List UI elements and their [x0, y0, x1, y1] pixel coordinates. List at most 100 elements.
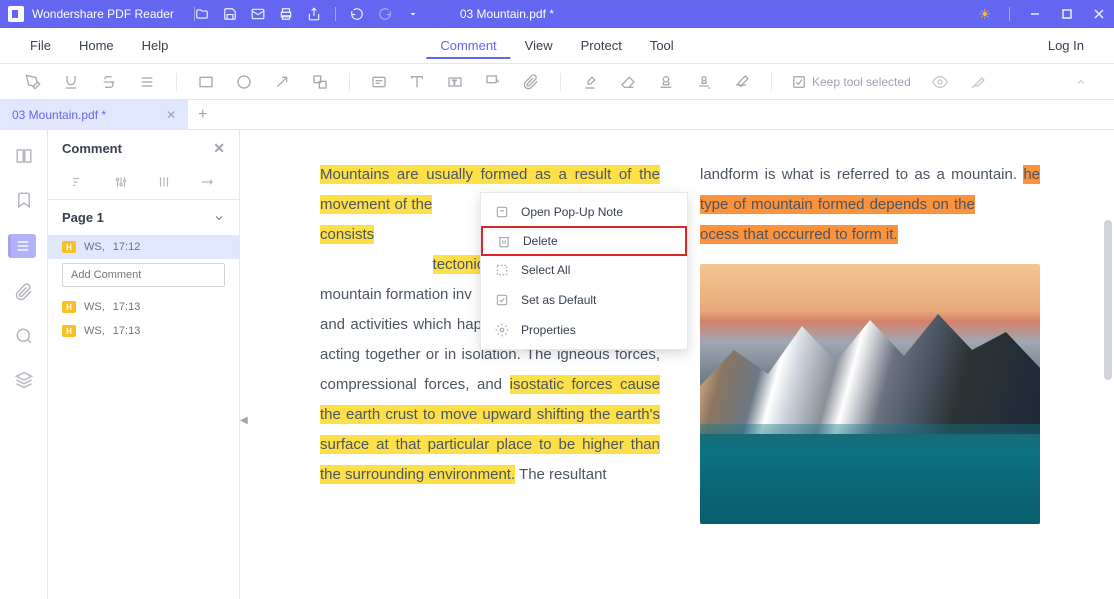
menu-protect[interactable]: Protect [567, 32, 636, 59]
filter-icon[interactable] [114, 175, 130, 191]
erase-all-icon[interactable] [969, 73, 987, 91]
close-icon[interactable] [1092, 7, 1106, 21]
context-menu: Open Pop-Up Note Delete Select All Set a… [480, 192, 688, 350]
comment-item[interactable]: H WS, 17:12 [48, 235, 239, 259]
page-label: Page 1 [62, 210, 104, 225]
settings-icon[interactable] [157, 175, 173, 191]
signature-tool-icon[interactable] [733, 73, 751, 91]
context-menu-label: Delete [523, 234, 558, 248]
tab-label: 03 Mountain.pdf * [12, 108, 106, 122]
list-tool-icon[interactable] [138, 73, 156, 91]
note-tool-icon[interactable] [370, 73, 388, 91]
checkbox-icon [495, 293, 509, 307]
document-title: 03 Mountain.pdf * [460, 7, 554, 21]
document-tab[interactable]: 03 Mountain.pdf * ✕ [0, 100, 188, 129]
comment-author: WS, [84, 325, 105, 337]
toolbar: T Keep tool selected [0, 64, 1114, 100]
maximize-icon[interactable] [1060, 7, 1074, 21]
divider [335, 7, 336, 21]
add-tab-icon[interactable]: + [188, 106, 217, 124]
textbox-tool-icon[interactable]: T [446, 73, 464, 91]
tabbar: 03 Mountain.pdf * ✕ + [0, 100, 1114, 130]
context-menu-set-default[interactable]: Set as Default [481, 285, 687, 315]
left-rail [0, 130, 48, 599]
print-icon[interactable] [279, 7, 293, 21]
context-menu-delete[interactable]: Delete [481, 226, 687, 256]
chevron-down-icon [213, 212, 225, 224]
sort-icon[interactable] [71, 175, 87, 191]
callout-tool-icon[interactable] [484, 73, 502, 91]
theme-icon[interactable]: ☀ [978, 6, 991, 23]
folder-open-icon[interactable] [195, 7, 209, 21]
comment-author: WS, [84, 241, 105, 253]
thumbnails-icon[interactable] [14, 146, 34, 166]
dropdown-icon[interactable] [406, 7, 420, 21]
login-link[interactable]: Log In [1034, 32, 1098, 59]
add-comment-input[interactable] [62, 263, 225, 287]
text-column-right: landform is what is referred to as a mou… [700, 160, 1040, 524]
divider [176, 73, 177, 91]
menu-file[interactable]: File [16, 32, 65, 59]
context-menu-label: Open Pop-Up Note [521, 205, 623, 219]
side-panel-close-icon[interactable]: ✕ [213, 140, 225, 157]
highlighted-text[interactable]: ocess that occurred to form it. [700, 225, 898, 244]
vertical-scrollbar[interactable] [1104, 220, 1112, 380]
keep-tool-selected[interactable]: Keep tool selected [792, 75, 911, 89]
mail-icon[interactable] [251, 7, 265, 21]
shape-tool-icon[interactable] [311, 73, 329, 91]
redo-icon[interactable] [378, 7, 392, 21]
comment-item[interactable]: H WS, 17:13 [48, 295, 239, 319]
stamp-dropdown-icon[interactable] [695, 73, 713, 91]
trash-icon [497, 234, 511, 248]
visibility-icon[interactable] [931, 73, 949, 91]
panel-collapse-handle[interactable]: ◀ [240, 410, 250, 430]
pen-tool-icon[interactable] [24, 73, 42, 91]
menu-comment[interactable]: Comment [426, 32, 510, 59]
side-panel-title: Comment [62, 141, 122, 156]
comment-time: 17:13 [113, 325, 141, 337]
attachment-tool-icon[interactable] [522, 73, 540, 91]
checkbox-icon [792, 75, 806, 89]
context-menu-select-all[interactable]: Select All [481, 255, 687, 285]
page-section-header[interactable]: Page 1 [48, 200, 239, 235]
strikethrough-tool-icon[interactable] [100, 73, 118, 91]
menu-tool[interactable]: Tool [636, 32, 688, 59]
menu-home[interactable]: Home [65, 32, 128, 59]
undo-icon[interactable] [350, 7, 364, 21]
highlight-badge-icon: H [62, 301, 76, 313]
menu-help[interactable]: Help [128, 32, 183, 59]
comments-panel-icon[interactable] [8, 234, 36, 258]
search-panel-icon[interactable] [14, 326, 34, 346]
menu-view[interactable]: View [511, 32, 567, 59]
select-all-icon [495, 263, 509, 277]
highlight-tool-icon[interactable] [581, 73, 599, 91]
svg-text:T: T [452, 79, 456, 86]
attachments-panel-icon[interactable] [14, 282, 34, 302]
body-text: landform is what is referred to as a mou… [700, 166, 1023, 183]
underline-tool-icon[interactable] [62, 73, 80, 91]
stamp-tool-icon[interactable] [657, 73, 675, 91]
context-menu-properties[interactable]: Properties [481, 315, 687, 345]
text-tool-icon[interactable] [408, 73, 426, 91]
share-icon[interactable] [307, 7, 321, 21]
highlight-badge-icon: H [62, 325, 76, 337]
divider [560, 73, 561, 91]
eraser-tool-icon[interactable] [619, 73, 637, 91]
export-icon[interactable] [200, 175, 216, 191]
context-menu-open-popup[interactable]: Open Pop-Up Note [481, 197, 687, 227]
circle-tool-icon[interactable] [235, 73, 253, 91]
layers-panel-icon[interactable] [14, 370, 34, 390]
comment-time: 17:12 [113, 241, 141, 253]
bookmarks-icon[interactable] [14, 190, 34, 210]
tab-close-icon[interactable]: ✕ [166, 108, 176, 122]
divider [1009, 7, 1010, 21]
rectangle-tool-icon[interactable] [197, 73, 215, 91]
collapse-toolbar-icon[interactable] [1072, 73, 1090, 91]
comment-item[interactable]: H WS, 17:13 [48, 319, 239, 343]
menubar: File Home Help Comment View Protect Tool… [0, 28, 1114, 64]
divider [349, 73, 350, 91]
minimize-icon[interactable] [1028, 7, 1042, 21]
context-menu-label: Set as Default [521, 293, 596, 307]
arrow-tool-icon[interactable] [273, 73, 291, 91]
save-icon[interactable] [223, 7, 237, 21]
